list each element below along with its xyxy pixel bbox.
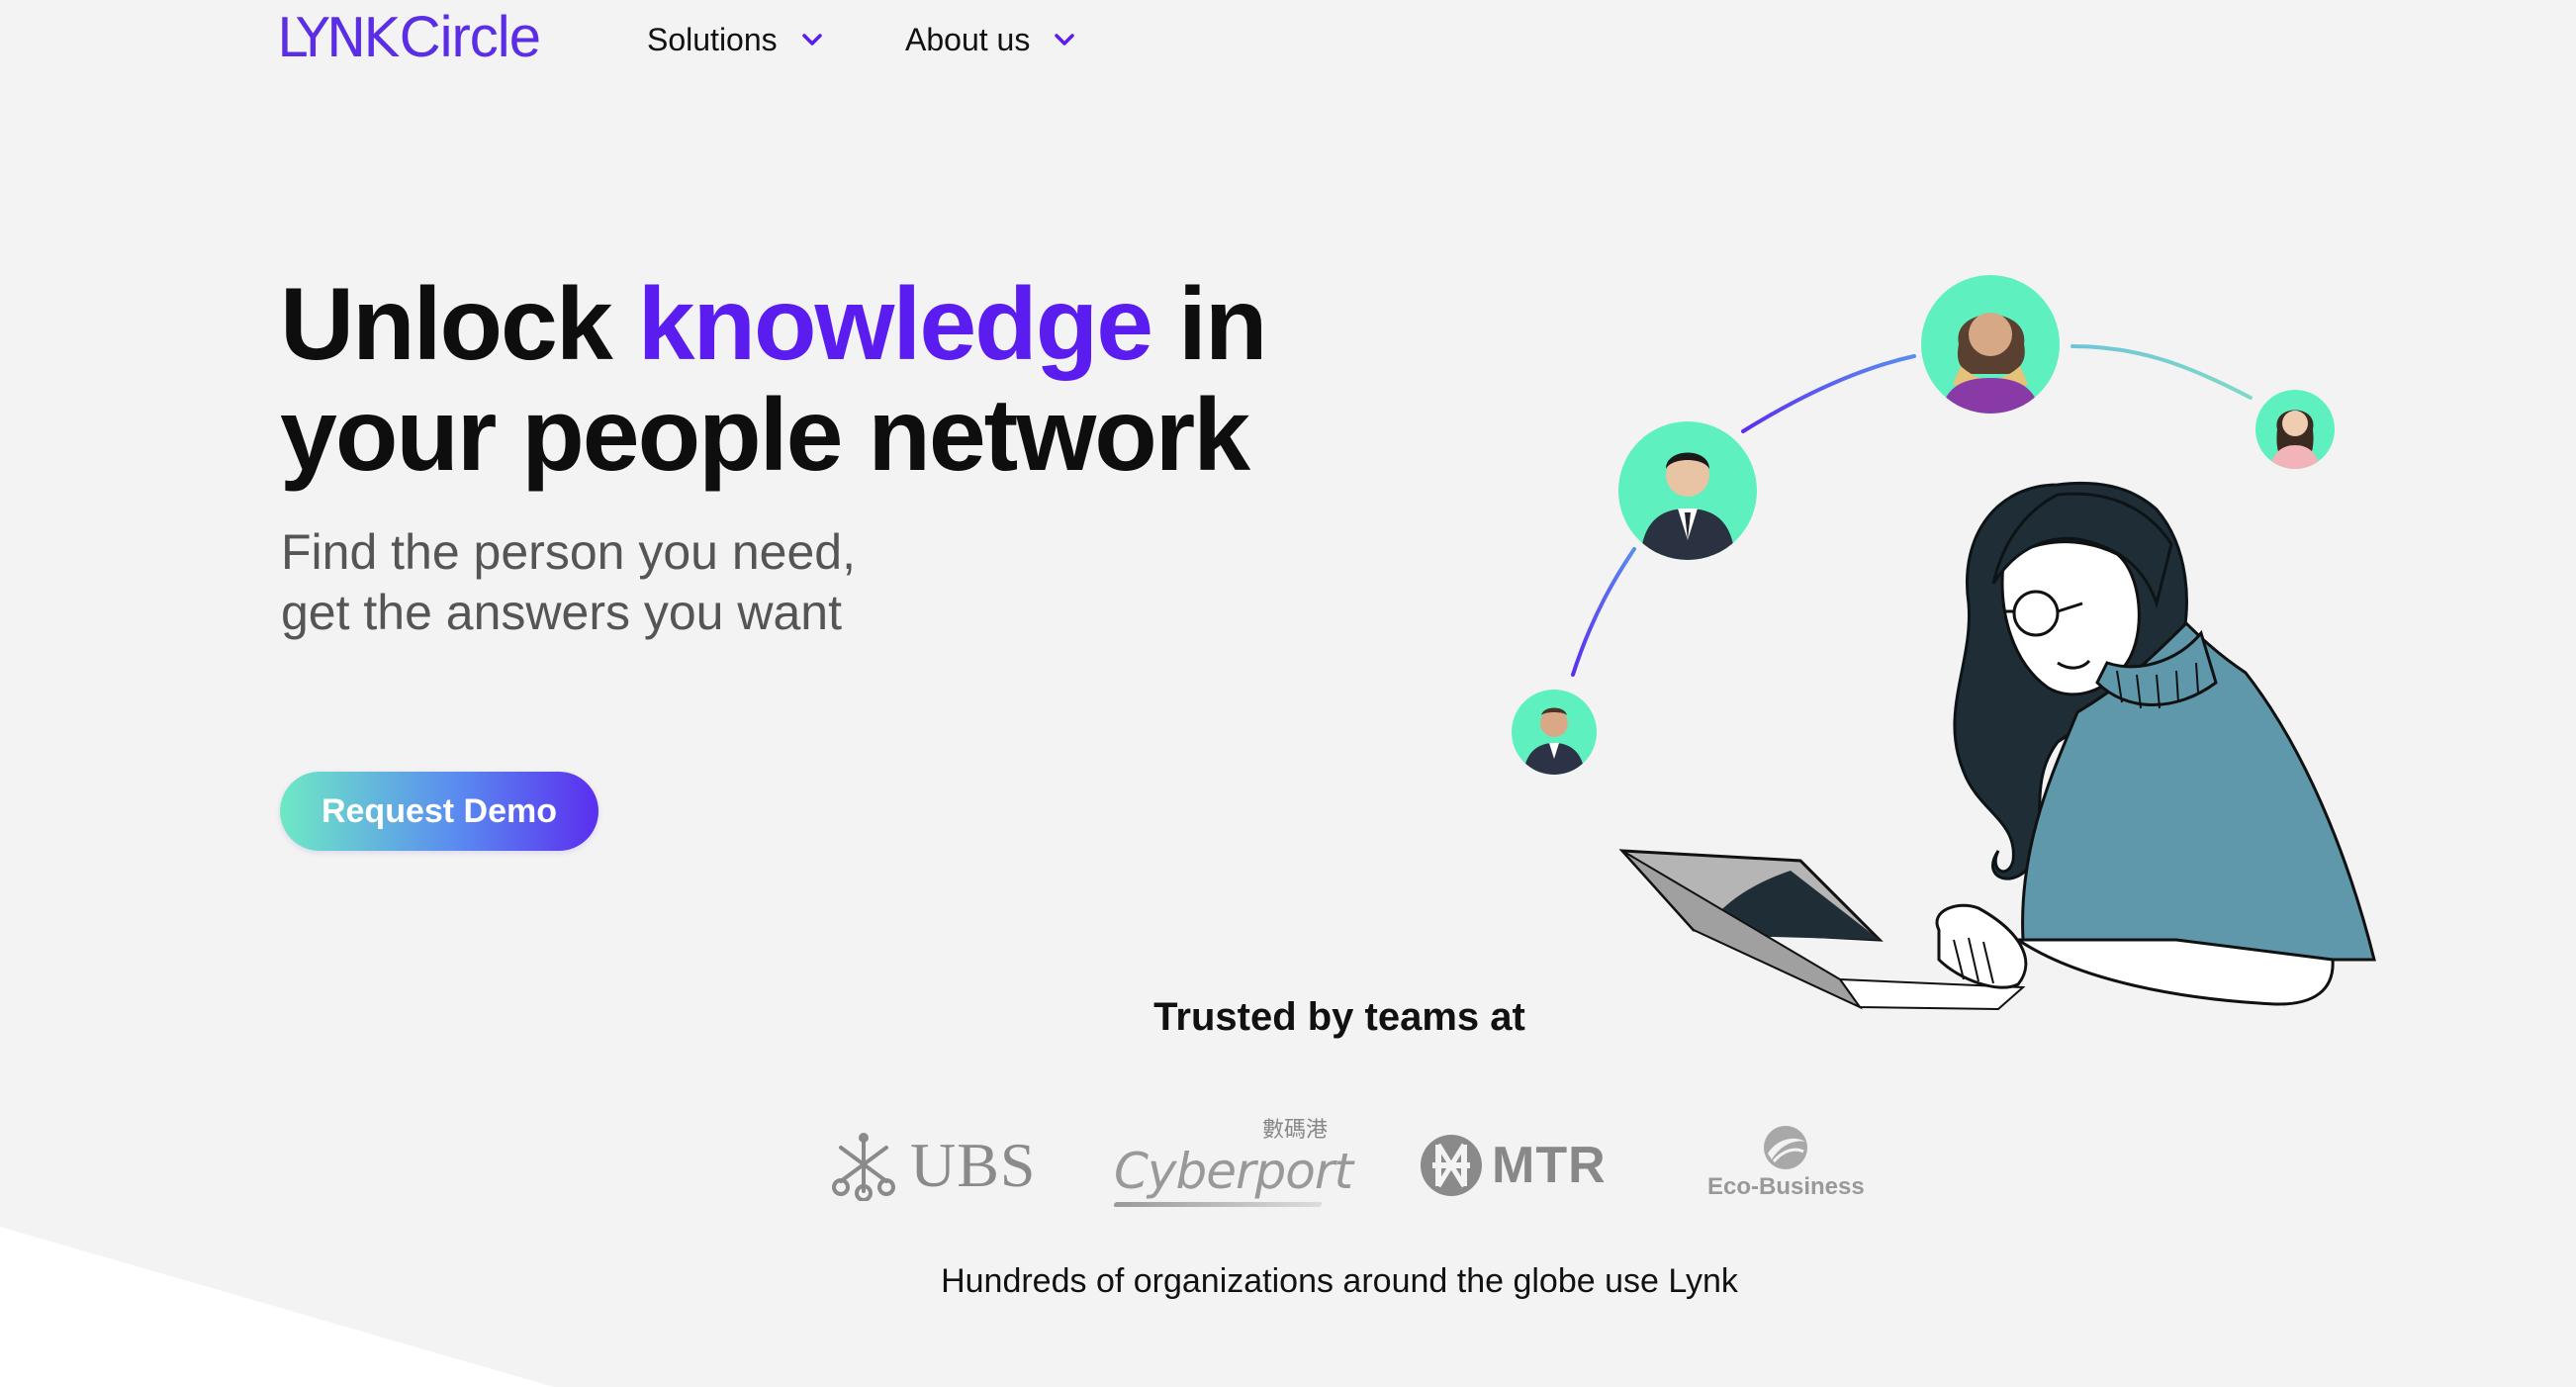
hero-subtitle-line2: get the answers you want — [281, 585, 842, 640]
hero-title: Unlock knowledge in your people network — [280, 269, 1368, 491]
eco-business-logo: Eco-Business — [1707, 1124, 1865, 1213]
hero-title-line2: your people network — [280, 378, 1250, 493]
cyberport-underline — [1113, 1202, 1323, 1207]
avatar-person-3 — [1921, 275, 2060, 414]
trusted-by-heading: Trusted by teams at — [1153, 995, 1525, 1039]
top-nav: LYNKCircle Solutions About us — [0, 0, 2576, 79]
nav-solutions-label: Solutions — [647, 21, 778, 57]
mtr-logo-text: MTR — [1492, 1137, 1607, 1194]
logo-word: Circle — [399, 5, 541, 69]
cyberport-logo: 數碼港 Cyberport — [1113, 1108, 1353, 1217]
hero-title-accent: knowledge — [637, 267, 1153, 382]
ubs-logo: UBS — [829, 1126, 1037, 1205]
mtr-icon — [1421, 1135, 1482, 1196]
woman-with-laptop-illustration — [1618, 481, 2376, 1011]
avatar-person-2 — [1618, 421, 1757, 560]
nav-solutions[interactable]: Solutions — [647, 18, 825, 61]
avatar-person-1 — [1512, 690, 1597, 775]
request-demo-button[interactable]: Request Demo — [280, 772, 598, 851]
hero-title-part2: in — [1151, 267, 1267, 382]
eco-business-icon — [1764, 1126, 1808, 1169]
cyberport-logo-cn: 數碼港 — [1261, 1117, 1328, 1142]
hero-title-part1: Unlock — [280, 267, 638, 382]
chevron-down-icon — [801, 34, 822, 46]
eco-business-logo-text: Eco-Business — [1707, 1173, 1865, 1200]
avatar-person-4 — [2255, 390, 2335, 469]
lynk-circle-logo[interactable]: LYNKCircle — [277, 5, 541, 70]
cyberport-logo-text: Cyberport — [1114, 1143, 1353, 1200]
bottom-white-wedge — [0, 1227, 554, 1387]
hero-subtitle: Find the person you need, get the answer… — [281, 522, 1072, 643]
logo-mark: LYNK — [277, 7, 399, 69]
nav-about-us[interactable]: About us — [905, 18, 1077, 61]
chevron-down-icon — [1055, 34, 1075, 46]
landing-page: LYNKCircle Solutions About us Unlock kno… — [0, 0, 2576, 1387]
nav-about-us-label: About us — [905, 21, 1031, 57]
ubs-keys-icon — [832, 1133, 895, 1201]
organizations-tagline: Hundreds of organizations around the glo… — [941, 1262, 1738, 1300]
ubs-logo-text: UBS — [910, 1130, 1037, 1200]
hero-subtitle-line1: Find the person you need, — [281, 524, 856, 580]
client-logos: UBS 數碼港 Cyberport MTR Eco-Business — [0, 1108, 2576, 1217]
hero-illustration — [1464, 247, 2394, 1059]
mtr-logo: MTR — [1419, 1130, 1607, 1201]
